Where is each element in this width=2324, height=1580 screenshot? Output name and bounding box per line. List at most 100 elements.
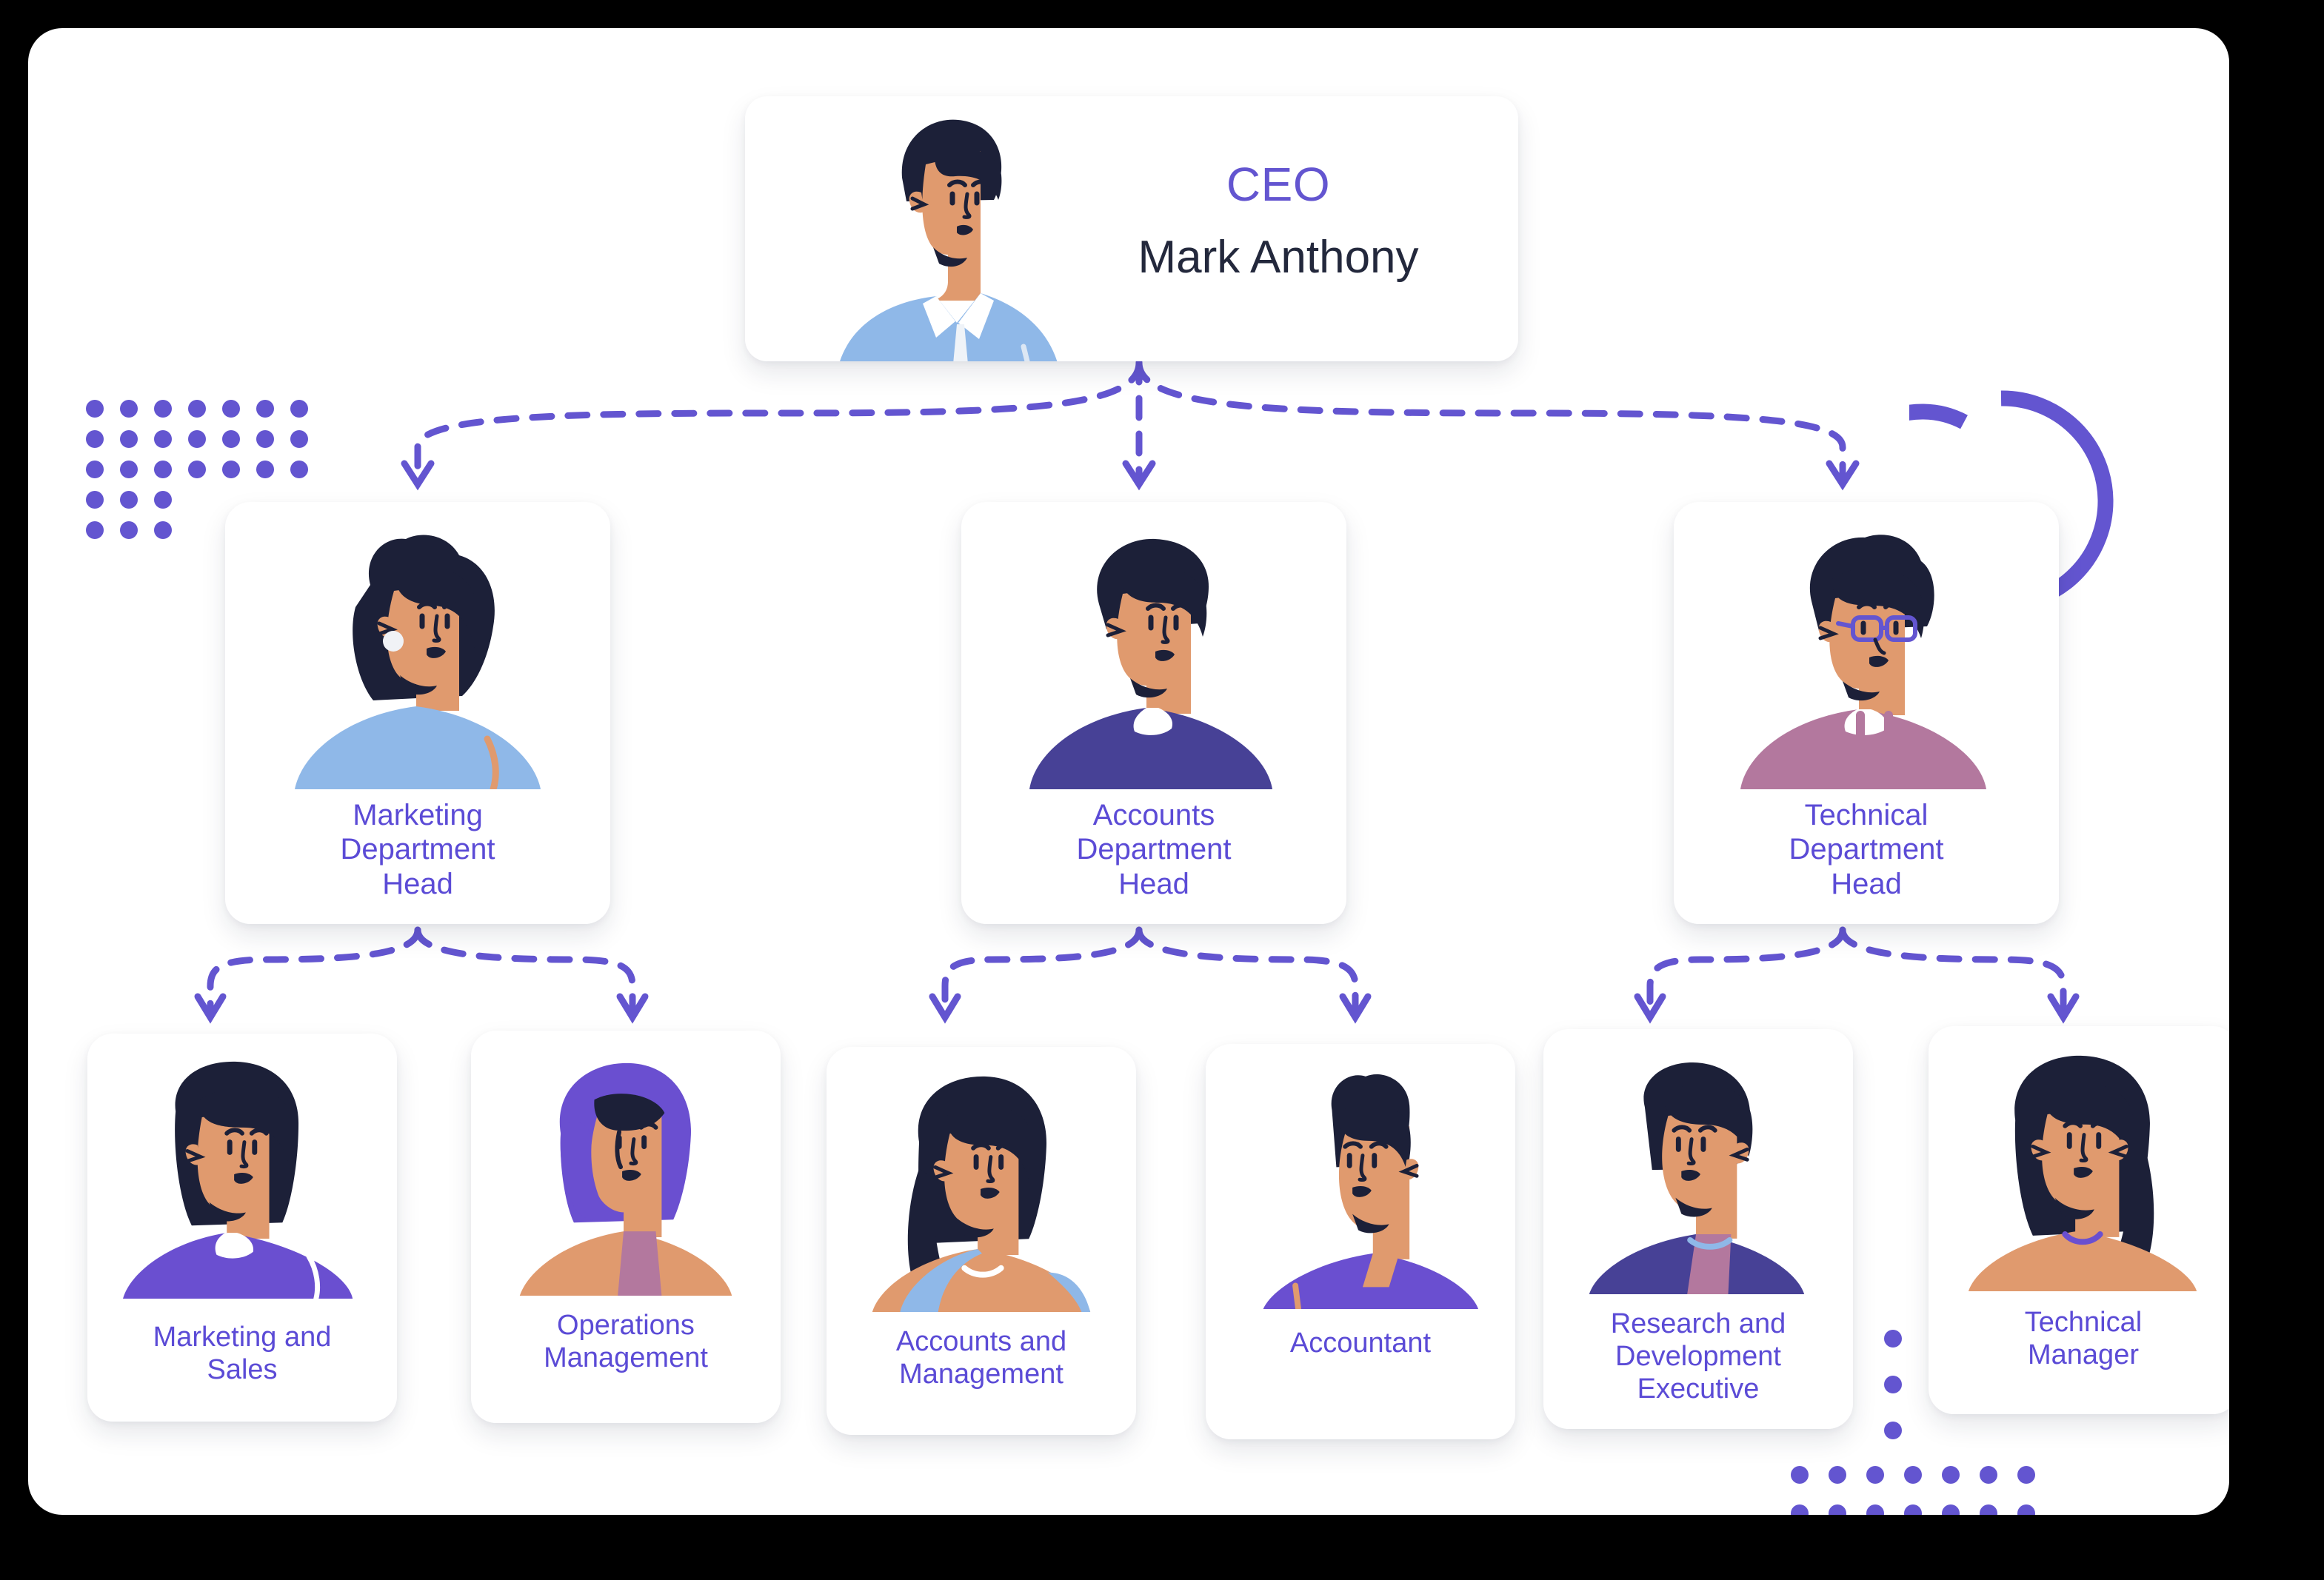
node-card-marketing-department-head[interactable]: Marketing Department Head [225, 502, 610, 924]
dot [290, 400, 308, 418]
label-line: Head [382, 867, 453, 900]
dot [1942, 1466, 1960, 1484]
technical-head-avatar [1674, 530, 2059, 789]
dot [154, 430, 172, 448]
label-line: Development [1615, 1341, 1781, 1373]
label-line: Technical [2024, 1307, 2143, 1338]
marketing-head-label: Marketing Department Head [225, 798, 610, 901]
dot [1884, 1330, 1902, 1348]
node-card-research-and-development-executive[interactable]: Research and Development Executive [1543, 1029, 1853, 1429]
dot [120, 491, 138, 509]
accountant-avatar [1206, 1071, 1515, 1309]
label-line: Accountant [1289, 1328, 1432, 1359]
accounts-head-avatar [961, 530, 1346, 789]
dot [256, 461, 274, 478]
dot [1829, 1504, 1846, 1515]
dot [154, 461, 172, 478]
dot [86, 521, 104, 539]
marketing-and-sales-label: Marketing and Sales [87, 1321, 397, 1386]
dot [1904, 1466, 1922, 1484]
dot [188, 521, 206, 539]
accountant-label: Accountant [1206, 1327, 1515, 1359]
label-line: Research and [1610, 1308, 1786, 1339]
marketing-head-avatar [225, 530, 610, 789]
label-line: Head [1831, 867, 1902, 900]
dot [1829, 1466, 1846, 1484]
technical-manager-avatar [1929, 1053, 2229, 1291]
label-line: Accounts and [895, 1326, 1067, 1357]
label-line: Department [1076, 833, 1232, 866]
dot [1791, 1504, 1809, 1515]
node-card-operations-management[interactable]: Operations Management [471, 1031, 781, 1423]
accounts-head-label: Accounts Department Head [961, 798, 1346, 901]
dot [290, 461, 308, 478]
dot [1884, 1376, 1902, 1393]
dot [154, 491, 172, 509]
dot [1866, 1466, 1884, 1484]
ceo-avatar [825, 107, 1069, 361]
label-line: Sales [207, 1354, 278, 1386]
node-card-marketing-and-sales[interactable]: Marketing and Sales [87, 1034, 397, 1422]
dot [1866, 1504, 1884, 1515]
accounts-and-management-label: Accounts and Management [827, 1325, 1136, 1390]
ceo-text-block: CEO Mark Anthony [1071, 157, 1486, 284]
dot [1980, 1466, 1997, 1484]
node-card-accounts-and-management[interactable]: Accounts and Management [827, 1047, 1136, 1435]
dot [2017, 1466, 2035, 1484]
label-line: Management [544, 1342, 708, 1374]
label-line: Department [1789, 833, 1944, 866]
dot [222, 461, 240, 478]
node-card-accounts-department-head[interactable]: Accounts Department Head [961, 502, 1346, 924]
dot [86, 430, 104, 448]
decorative-dot-column [1884, 1330, 1902, 1467]
dot [1904, 1504, 1922, 1515]
dot [188, 430, 206, 448]
accounts-and-management-avatar [827, 1074, 1136, 1312]
dot [256, 430, 274, 448]
dot [154, 521, 172, 539]
operations-management-avatar [471, 1057, 781, 1296]
org-chart-canvas: CEO Mark Anthony Marketing Department He… [0, 0, 2324, 1580]
dot [86, 461, 104, 478]
dot [256, 400, 274, 418]
dot [154, 400, 172, 418]
dot [1791, 1466, 1809, 1484]
dot [188, 400, 206, 418]
label-line: Marketing and [153, 1322, 332, 1353]
dot [290, 430, 308, 448]
dot [86, 400, 104, 418]
dot [1884, 1422, 1902, 1439]
label-line: Executive [1637, 1373, 1760, 1405]
decorative-dot-grid-bottom-right [1791, 1466, 2055, 1515]
dot [222, 400, 240, 418]
dot [1980, 1504, 1997, 1515]
dot [1942, 1504, 1960, 1515]
label-line: Management [899, 1359, 1064, 1390]
dot [120, 400, 138, 418]
dot [120, 521, 138, 539]
label-line: Accounts [1092, 799, 1215, 831]
operations-management-label: Operations Management [471, 1309, 781, 1374]
dot [120, 430, 138, 448]
marketing-and-sales-avatar [87, 1060, 397, 1299]
node-card-technical-manager[interactable]: Technical Manager [1929, 1026, 2229, 1414]
ceo-role-label: CEO [1226, 158, 1331, 211]
dot [222, 430, 240, 448]
label-line: Head [1118, 867, 1189, 900]
dot [188, 461, 206, 478]
label-line: Marketing [353, 799, 483, 831]
label-line: Manager [2028, 1339, 2139, 1371]
label-line: Operations [557, 1310, 695, 1341]
node-card-ceo[interactable]: CEO Mark Anthony [745, 96, 1518, 361]
label-line: Department [340, 833, 495, 866]
node-card-technical-department-head[interactable]: Technical Department Head [1674, 502, 2059, 924]
technical-head-label: Technical Department Head [1674, 798, 2059, 901]
technical-manager-label: Technical Manager [1929, 1306, 2229, 1371]
dot [2017, 1504, 2035, 1515]
dot [86, 491, 104, 509]
research-and-development-executive-avatar [1543, 1056, 1853, 1294]
dot [120, 461, 138, 478]
node-card-accountant[interactable]: Accountant [1206, 1044, 1515, 1439]
dot [188, 491, 206, 509]
label-line: Technical [1804, 799, 1929, 831]
